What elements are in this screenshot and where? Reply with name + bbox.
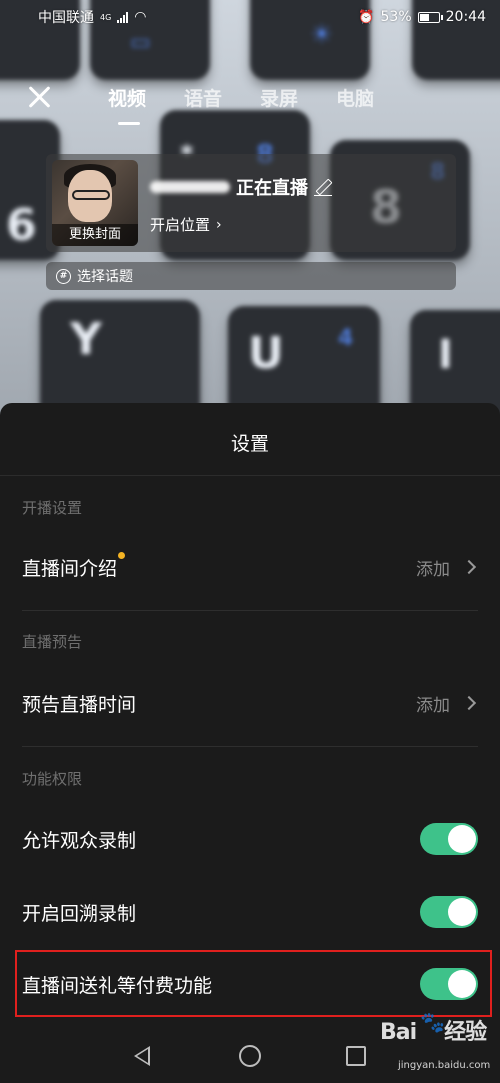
carrier-name: 中国联通 xyxy=(38,10,94,26)
tab-screen-record[interactable]: 录屏 xyxy=(260,84,298,111)
row-action: 添加 xyxy=(416,691,478,716)
home-icon[interactable] xyxy=(239,1045,261,1067)
live-room-intro-label: 直播间介绍 xyxy=(22,557,118,580)
network-type: 4G xyxy=(100,12,112,22)
paid-gift-features-row: 直播间送礼等付费功能 xyxy=(22,964,478,1004)
section-label-broadcast-settings: 开播设置 xyxy=(22,499,83,517)
toggle-knob xyxy=(448,898,476,926)
paid-gift-features-toggle[interactable] xyxy=(420,968,478,1000)
chevron-right-icon: › xyxy=(216,216,222,233)
replay-record-row: 开启回溯录制 xyxy=(22,892,478,932)
toggle-knob xyxy=(448,970,476,998)
alarm-icon: ⏰ xyxy=(358,9,375,25)
clock: 20:44 xyxy=(445,9,486,25)
toggle-knob xyxy=(448,825,476,853)
select-topic-button[interactable]: # 选择话题 xyxy=(46,262,456,290)
edit-icon[interactable] xyxy=(314,178,332,196)
topic-label: 选择话题 xyxy=(77,269,133,285)
replay-record-toggle[interactable] xyxy=(420,896,478,928)
sheet-title: 设置 xyxy=(230,433,269,455)
back-icon[interactable] xyxy=(134,1046,150,1066)
allow-viewer-record-toggle[interactable] xyxy=(420,823,478,855)
tab-computer[interactable]: 电脑 xyxy=(336,84,374,111)
status-bar: 中国联通 4G ◠ ⏰ 53% 20:44 xyxy=(0,0,500,34)
battery-percent: 53% xyxy=(380,9,412,25)
change-cover-label: 更换封面 xyxy=(52,224,138,246)
close-icon[interactable] xyxy=(26,84,52,110)
preview-time-label: 预告直播时间 xyxy=(22,693,137,716)
location-label: 开启位置 xyxy=(150,216,211,234)
row-label: 直播间介绍 xyxy=(22,551,126,581)
redacted-name xyxy=(150,181,230,193)
divider xyxy=(0,475,500,476)
avatar-glasses xyxy=(72,190,110,200)
allow-viewer-record-label: 允许观众录制 xyxy=(22,829,137,852)
allow-viewer-record-row: 允许观众录制 xyxy=(22,819,478,859)
paid-gift-features-label: 直播间送礼等付费功能 xyxy=(22,974,213,997)
cover-image[interactable]: 更换封面 xyxy=(52,160,138,246)
live-info-card: 更换封面 正在直播 开启位置 › xyxy=(46,154,456,252)
live-title-text: 正在直播 xyxy=(236,178,308,199)
hashtag-icon: # xyxy=(56,268,71,284)
section-label-live-preview: 直播预告 xyxy=(22,633,83,651)
live-title[interactable]: 正在直播 xyxy=(150,174,332,200)
mode-tabs: 视频 语音 录屏 电脑 xyxy=(108,84,374,125)
section-label-permissions: 功能权限 xyxy=(22,770,83,788)
preview-time-row[interactable]: 预告直播时间 添加 xyxy=(22,683,478,723)
divider xyxy=(22,746,478,747)
live-room-intro-row[interactable]: 直播间介绍 添加 xyxy=(22,547,478,587)
divider xyxy=(22,610,478,611)
system-nav-bar xyxy=(0,1030,500,1083)
recent-apps-icon[interactable] xyxy=(346,1046,366,1066)
chevron-right-icon xyxy=(461,695,477,711)
replay-record-label: 开启回溯录制 xyxy=(22,902,137,925)
top-nav: 视频 语音 录屏 电脑 xyxy=(0,80,500,125)
tab-video[interactable]: 视频 xyxy=(108,84,146,125)
location-toggle[interactable]: 开启位置 › xyxy=(150,214,222,235)
wifi-icon: ◠ xyxy=(134,9,147,25)
signal-icon xyxy=(117,11,129,23)
tab-voice[interactable]: 语音 xyxy=(184,84,222,111)
add-value: 添加 xyxy=(416,695,450,716)
battery-icon xyxy=(417,11,443,23)
add-value: 添加 xyxy=(416,559,450,580)
row-action: 添加 xyxy=(416,555,478,580)
new-badge-dot xyxy=(118,551,126,559)
chevron-right-icon xyxy=(461,559,477,575)
